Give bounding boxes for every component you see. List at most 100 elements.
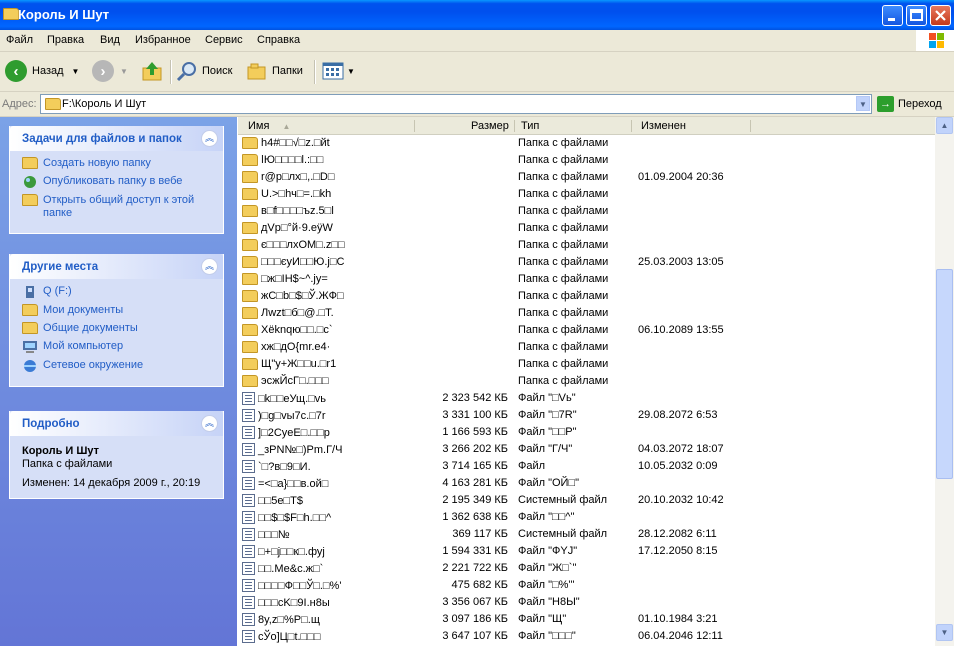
file-row[interactable]: □□□cK□9I.н8ы 3 356 067 КБ Файл "Н8Ы" bbox=[238, 594, 935, 611]
dropdown-arrow-icon[interactable]: ▼ bbox=[347, 67, 355, 76]
file-name: _зРN№□)Рm.Г/Ч bbox=[258, 443, 343, 456]
file-row[interactable]: □□$□$F□h.□□^ 1 362 638 КБ Файл "□□^" bbox=[238, 509, 935, 526]
search-label: Поиск bbox=[202, 65, 233, 77]
file-row[interactable]: □k□□eУщ.□vь 2 323 542 КБ Файл "□Vь" bbox=[238, 390, 935, 407]
collapse-icon[interactable]: ︽ bbox=[201, 258, 218, 275]
file-row[interactable]: хж□дО{mr.e4· Папка с файлами bbox=[238, 339, 935, 356]
window-title: Король И Шут bbox=[18, 7, 110, 22]
dropdown-arrow-icon[interactable]: ▼ bbox=[120, 67, 128, 76]
file-row[interactable]: сЎо]Ц□t.□□□ 3 647 107 КБ Файл "□□□" 06.04.2… bbox=[238, 628, 935, 645]
file-row[interactable]: _зРN№□)Рm.Г/Ч 3 266 202 КБ Файл "Г/Ч" 04.03… bbox=[238, 441, 935, 458]
column-size[interactable]: Размер bbox=[471, 120, 509, 132]
file-date: 29.08.2072 6:53 bbox=[638, 409, 718, 421]
file-tasks-title: Задачи для файлов и папок bbox=[22, 133, 182, 145]
place-my-computer[interactable]: Мой компьютер bbox=[22, 340, 223, 354]
file-row[interactable]: □□□єуИ□□Ю.j□C Папка с файлами 25.03.2003 1… bbox=[238, 254, 935, 271]
new-folder-icon bbox=[22, 157, 38, 169]
file-type: Папка с файлами bbox=[518, 273, 609, 285]
close-button[interactable] bbox=[930, 5, 951, 26]
minimize-icon bbox=[888, 18, 895, 21]
file-size: 2 323 542 КБ bbox=[442, 392, 508, 404]
file-row[interactable]: дVp□°й·9.eÿW Папка с файлами bbox=[238, 220, 935, 237]
file-row[interactable]: □□□№ 369 117 КБ Системный файл 28.12.2082 6… bbox=[238, 526, 935, 543]
file-row[interactable]: □+□j□□к□.фуј 1 594 331 КБ Файл "ФYJ" 17.12.… bbox=[238, 543, 935, 560]
file-row[interactable]: r@p□лх□,.□D□ Папка с файлами 01.09.2004 20… bbox=[238, 169, 935, 186]
file-row[interactable]: Щ"у+Ж□□u.□r1 Папка с файлами bbox=[238, 356, 935, 373]
scroll-up-icon[interactable]: ▲ bbox=[936, 117, 953, 134]
other-places-title: Другие места bbox=[22, 261, 99, 273]
file-row[interactable]: =<□a}□□в.ой□ 4 163 281 КБ Файл "ОЙ□" bbox=[238, 475, 935, 492]
place-drive-q[interactable]: Q (F:) bbox=[22, 285, 223, 299]
go-button[interactable]: → Переход bbox=[877, 96, 942, 112]
menu-view[interactable]: Вид bbox=[100, 34, 120, 46]
menu-file[interactable]: Файл bbox=[6, 34, 33, 46]
other-places-header[interactable]: Другие места ︽ bbox=[10, 254, 223, 279]
file-type: Файл "□□□" bbox=[518, 630, 576, 642]
scroll-down-icon[interactable]: ▼ bbox=[936, 624, 953, 641]
file-row[interactable]: є□□□лхОМ□.z□□ Папка с файлами bbox=[238, 237, 935, 254]
file-row[interactable]: ǀЮ□□□□l.:□□ Папка с файлами bbox=[238, 152, 935, 169]
close-icon bbox=[935, 10, 946, 21]
file-row[interactable]: h4#□□√□z.□йt Папка с файлами bbox=[238, 135, 935, 152]
publish-web-link[interactable]: Опубликовать папку в вебе bbox=[22, 175, 223, 189]
details-header[interactable]: Подробно ︽ bbox=[10, 411, 223, 436]
file-row[interactable]: U.>□hч□=.□kh Папка с файлами bbox=[238, 186, 935, 203]
details-title: Подробно bbox=[22, 418, 80, 430]
file-name: Лwzt□б□@.□T. bbox=[261, 307, 334, 319]
vertical-scrollbar[interactable]: ▲ ▼ bbox=[935, 117, 954, 646]
file-type: Папка с файлами bbox=[518, 358, 609, 370]
menu-tools[interactable]: Сервис bbox=[205, 34, 243, 46]
file-row[interactable]: □□□□Ф□□Ў□.□%' 475 682 КБ Файл "□%'" bbox=[238, 577, 935, 594]
file-type: Файл "ОЙ□" bbox=[518, 477, 580, 489]
back-button[interactable]: ‹ Назад ▼ bbox=[5, 58, 79, 84]
menu-help[interactable]: Справка bbox=[257, 34, 300, 46]
file-row[interactable]: Xëknqю□□.□c` Папка с файлами 06.10.2089 13… bbox=[238, 322, 935, 339]
file-row[interactable]: 8y,z□%Р□.щ 3 097 186 КБ Файл "Щ" 01.10.1984… bbox=[238, 611, 935, 628]
file-row[interactable]: )□g□vы7c.□7r 3 331 100 КБ Файл "□7R" 29.08.… bbox=[238, 407, 935, 424]
share-folder-link[interactable]: Открыть общий доступ к этой папке bbox=[22, 194, 223, 220]
column-name[interactable]: Имя ▲ bbox=[248, 120, 290, 132]
folder-icon bbox=[242, 341, 258, 353]
place-my-documents[interactable]: Мои документы bbox=[22, 304, 223, 317]
collapse-icon[interactable]: ︽ bbox=[201, 415, 218, 432]
file-row[interactable]: □□.Ме&c.ж□` 2 221 722 КБ Файл "Ж□`" bbox=[238, 560, 935, 577]
menu-edit[interactable]: Правка bbox=[47, 34, 84, 46]
forward-button[interactable]: › ▼ bbox=[92, 58, 128, 84]
file-row[interactable]: эсжЙсГ□.□□□ Папка с файлами bbox=[238, 373, 935, 390]
scroll-thumb[interactable] bbox=[936, 269, 953, 479]
collapse-icon[interactable]: ︽ bbox=[201, 130, 218, 147]
minimize-button[interactable] bbox=[882, 5, 903, 26]
folders-button[interactable]: Папки bbox=[246, 58, 303, 84]
file-row[interactable]: Лwzt□б□@.□T. Папка с файлами bbox=[238, 305, 935, 322]
file-row[interactable]: в□f□□□□ъz.5□l Папка с файлами bbox=[238, 203, 935, 220]
go-label: Переход bbox=[898, 98, 942, 110]
file-row[interactable]: □ж□IH$~^.jy= Папка с файлами bbox=[238, 271, 935, 288]
file-row[interactable]: жC□b□$□Ў.ЖФ□ Папка с файлами bbox=[238, 288, 935, 305]
address-dropdown-icon[interactable]: ▼ bbox=[856, 96, 870, 111]
views-button[interactable]: ▼ bbox=[321, 58, 355, 84]
file-name: □□$□$F□h.□□^ bbox=[258, 511, 332, 524]
maximize-button[interactable] bbox=[906, 5, 927, 26]
file-name: жC□b□$□Ў.ЖФ□ bbox=[261, 290, 344, 302]
place-shared-documents[interactable]: Общие документы bbox=[22, 322, 223, 335]
file-type: Системный файл bbox=[518, 528, 608, 540]
file-tasks-header[interactable]: Задачи для файлов и папок ︽ bbox=[10, 126, 223, 151]
back-arrow-icon: ‹ bbox=[5, 60, 27, 82]
menu-favorites[interactable]: Избранное bbox=[135, 34, 191, 46]
dropdown-arrow-icon[interactable]: ▼ bbox=[72, 67, 80, 76]
file-row[interactable]: `□?в□9□И. 3 714 165 КБ Файл 10.05.2032 0:09 bbox=[238, 458, 935, 475]
details-panel: Подробно ︽ Король И Шут Папка с файлами … bbox=[9, 411, 224, 499]
new-folder-link[interactable]: Создать новую папку bbox=[22, 157, 223, 170]
column-type[interactable]: Тип bbox=[521, 120, 539, 132]
file-row[interactable]: □□5e□T$ 2 195 349 КБ Системный файл 20.10.2… bbox=[238, 492, 935, 509]
column-date[interactable]: Изменен bbox=[641, 120, 686, 132]
up-folder-button[interactable] bbox=[141, 58, 163, 84]
file-row[interactable]: ]□2CyeE□.□□p 1 166 593 КБ Файл "□□P" bbox=[238, 424, 935, 441]
documents-folder-icon bbox=[22, 304, 38, 316]
file-type: Папка с файлами bbox=[518, 154, 609, 166]
address-input[interactable]: F:\Король И Шут ▼ bbox=[40, 94, 872, 114]
file-date: 25.03.2003 13:05 bbox=[638, 256, 724, 268]
search-button[interactable]: Поиск bbox=[176, 58, 232, 84]
place-network[interactable]: Сетевое окружение bbox=[22, 359, 223, 373]
address-bar: Адрес: F:\Король И Шут ▼ → Переход bbox=[0, 92, 954, 117]
